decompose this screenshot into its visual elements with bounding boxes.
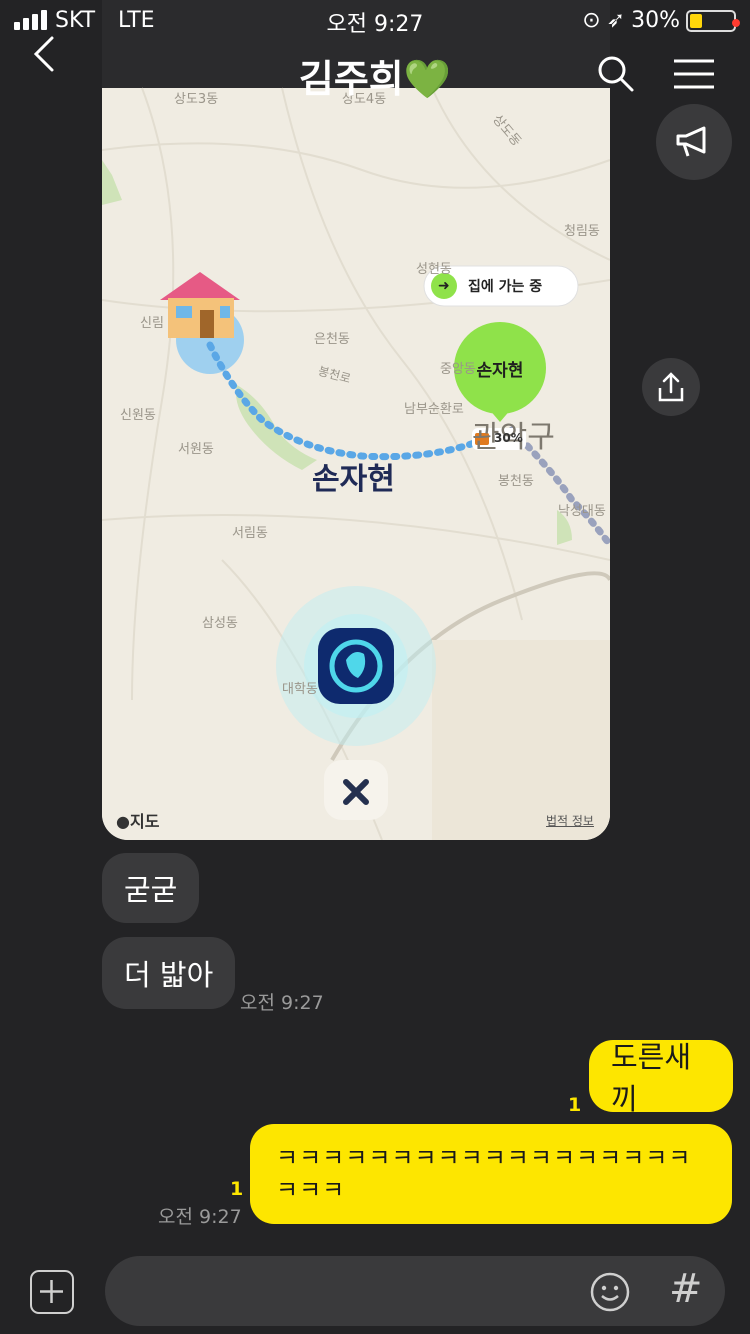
menu-icon[interactable] [674,58,714,90]
incoming-message[interactable]: 굳굳 [102,853,200,923]
arrow-right-icon: ➜ [438,278,450,294]
megaphone-icon [676,126,706,157]
map-label: 서원동 [178,442,214,457]
unread-count: 1 [568,1094,582,1116]
apple-icon: ● [116,812,130,831]
chat-header: 김주희💚 [0,30,750,101]
outgoing-message[interactable]: ㅋㅋㅋㅋㅋㅋㅋㅋㅋㅋㅋㅋㅋㅋㅋㅋㅋㅋ ㅋㅋㅋ [250,1124,732,1224]
search-icon[interactable] [596,54,636,94]
map-label: 삼성동 [202,616,238,631]
map-label: 봉천동 [498,474,534,489]
map-label: 남부순환로 [404,402,464,417]
emoji-icon[interactable] [589,1271,631,1313]
message-input[interactable]: # [105,1256,725,1326]
map-label: 신림 [140,316,164,331]
friend-pin-label: 손자현 [476,361,524,381]
attach-button[interactable] [30,1270,74,1314]
battery-fill [690,13,702,28]
incoming-message[interactable]: 더 밟아 [102,937,236,1009]
hashtag-button[interactable]: # [669,1266,703,1312]
message-time: 오전 9:27 [158,1206,242,1228]
status-chip-label: 집에 가는 중 [468,279,543,295]
map-label: 신원동 [120,408,156,423]
plus-icon [40,1280,63,1303]
map-label: 대학동 [282,682,318,697]
outgoing-message[interactable]: 도른새끼 [589,1040,733,1116]
user-location-name: 손자현 [312,462,395,497]
close-icon[interactable] [324,760,388,820]
chat-title: 김주희💚 [298,57,452,101]
charging-dot [732,18,740,27]
map-attribution: ●지도 [116,808,159,832]
input-bar: # [0,1246,750,1334]
battery-badge: 30% [494,431,523,445]
shared-map-image[interactable]: 상도3동 상도4동 상도동 청림동 성현동 신림 은천동 중앙동 봉천로 남부순… [102,0,610,840]
map-label: 성현동 [416,262,452,277]
message-time: 오전 9:27 [240,992,324,1014]
map-label: 청림동 [564,224,600,239]
map-label: 낙성대동 [558,504,606,519]
attribution-text: 지도 [129,812,160,831]
share-icon [658,372,684,402]
share-button[interactable] [642,358,700,416]
unread-count: 1 [230,1178,244,1200]
announce-button[interactable] [656,104,732,180]
battery-icon [686,9,740,32]
legal-info-link[interactable]: 법적 정보 [546,812,594,829]
map-label: 은천동 [314,332,350,347]
map-label: 서림동 [232,526,268,541]
